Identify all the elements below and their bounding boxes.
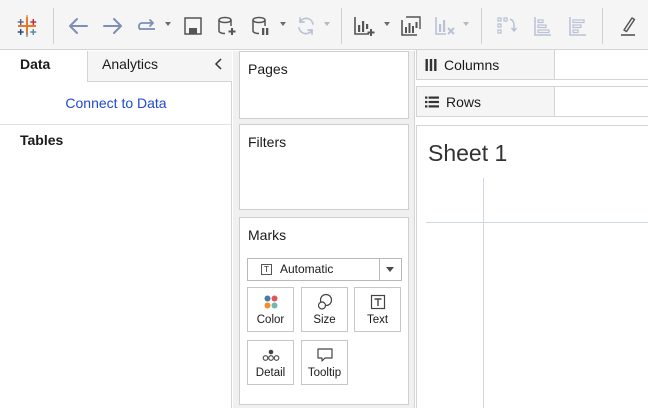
size-icon <box>302 293 347 311</box>
tab-data-label: Data <box>20 56 51 72</box>
pages-card-title: Pages <box>248 61 288 77</box>
clear-sheet-dropdown-caret[interactable] <box>463 22 469 26</box>
text-button-label: Text <box>366 314 389 326</box>
pages-card[interactable]: Pages <box>239 51 409 119</box>
columns-shelf: Columns <box>416 49 648 80</box>
columns-drop-zone[interactable] <box>555 50 648 79</box>
new-worksheet-icon[interactable] <box>350 9 378 43</box>
columns-shelf-label: Columns <box>444 56 500 73</box>
swap-rows-columns-icon[interactable] <box>492 9 520 43</box>
tooltip-button[interactable]: Tooltip <box>301 340 348 385</box>
rows-shelf: Rows <box>416 86 648 117</box>
rows-icon <box>425 96 439 108</box>
sort-ascending-icon[interactable] <box>528 9 556 43</box>
connect-to-data-link[interactable]: Connect to Data <box>0 95 232 111</box>
replay-dropdown-caret[interactable] <box>165 22 171 26</box>
highlight-icon[interactable] <box>615 9 641 43</box>
divider <box>0 124 231 125</box>
size-button-label: Size <box>313 314 336 326</box>
view-header-divider <box>426 222 648 223</box>
text-mark-icon: T <box>261 264 272 275</box>
rows-shelf-header: Rows <box>417 87 555 116</box>
toolbar-separator <box>602 8 603 44</box>
filters-card-title: Filters <box>248 134 287 150</box>
tooltip-button-label: Tooltip <box>307 367 342 379</box>
tableau-logo-icon[interactable] <box>14 9 40 43</box>
cards-column: Pages Filters Marks T Automatic Color Si… <box>233 51 415 408</box>
pause-updates-icon[interactable] <box>248 9 274 43</box>
undo-icon[interactable] <box>64 9 92 43</box>
sort-descending-icon[interactable] <box>563 9 591 43</box>
size-button[interactable]: Size <box>301 287 348 332</box>
worksheet-area: Columns Rows Sheet 1 <box>416 49 648 408</box>
toolbar-separator <box>341 8 342 44</box>
marks-card-title: Marks <box>248 227 287 243</box>
mark-type-value: Automatic <box>280 262 334 276</box>
rows-drop-zone[interactable] <box>555 87 648 116</box>
new-worksheet-dropdown-caret[interactable] <box>384 22 390 26</box>
toolbar-separator <box>481 8 482 44</box>
new-data-source-icon[interactable] <box>214 9 240 43</box>
pause-dropdown-caret[interactable] <box>280 22 286 26</box>
chevron-left-icon[interactable] <box>214 57 224 74</box>
detail-icon <box>248 346 293 364</box>
replay-icon[interactable] <box>134 9 160 43</box>
sheet-title[interactable]: Sheet 1 <box>428 140 507 167</box>
tables-heading: Tables <box>20 132 64 148</box>
view-axis-divider <box>483 178 484 408</box>
redo-icon[interactable] <box>99 9 127 43</box>
color-button-label: Color <box>256 314 285 326</box>
columns-shelf-header: Columns <box>417 50 555 79</box>
text-icon <box>355 293 400 311</box>
clear-sheet-icon[interactable] <box>431 9 459 43</box>
detail-button[interactable]: Detail <box>247 340 294 385</box>
duplicate-sheet-icon[interactable] <box>397 9 425 43</box>
chevron-down-icon[interactable] <box>379 259 401 280</box>
filters-card[interactable]: Filters <box>239 124 409 210</box>
tab-analytics[interactable]: Analytics <box>87 51 232 82</box>
tab-analytics-label: Analytics <box>102 56 159 72</box>
view-canvas[interactable]: Sheet 1 <box>416 125 648 408</box>
toolbar-separator <box>53 8 54 44</box>
toolbar <box>0 0 648 50</box>
save-icon[interactable] <box>180 9 206 43</box>
color-button[interactable]: Color <box>247 287 294 332</box>
detail-button-label: Detail <box>255 367 286 379</box>
marks-card: Marks T Automatic Color Size Text Detail… <box>239 217 409 405</box>
refresh-dropdown-caret[interactable] <box>324 22 330 26</box>
columns-icon <box>425 58 437 71</box>
refresh-icon[interactable] <box>293 9 319 43</box>
color-icon <box>248 293 293 311</box>
tooltip-icon <box>302 346 347 364</box>
mark-type-select[interactable]: T Automatic <box>247 258 402 281</box>
text-button[interactable]: Text <box>354 287 401 332</box>
tab-data[interactable]: Data <box>0 51 88 82</box>
data-pane: Data Analytics Connect to Data Tables <box>0 51 232 408</box>
rows-shelf-label: Rows <box>446 93 482 110</box>
